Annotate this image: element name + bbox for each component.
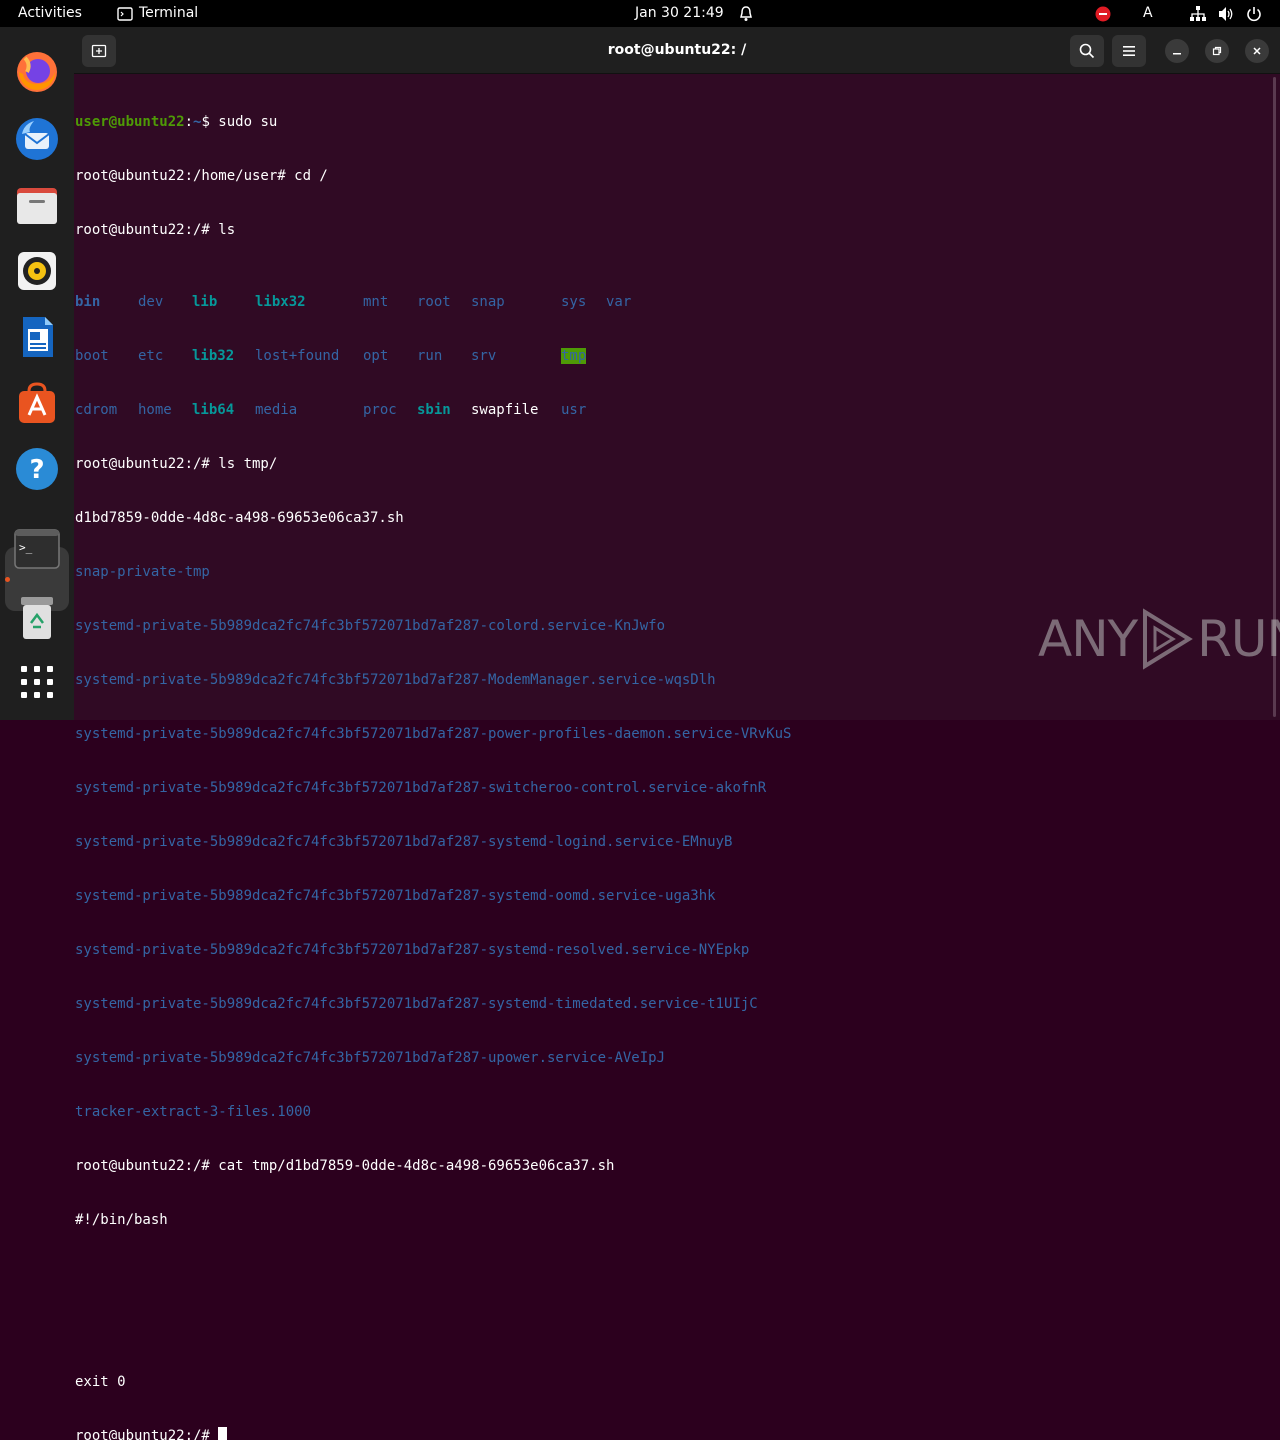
play-logo-icon bbox=[1143, 608, 1193, 670]
ls-row: boot etc lib32 lost+found opt run srv tmp bbox=[75, 347, 1270, 365]
ls-entry: opt bbox=[363, 348, 389, 364]
svg-text:>_: >_ bbox=[19, 541, 33, 554]
dir-entry: systemd-private-5b989dca2fc74fc3bf572071… bbox=[75, 942, 750, 958]
minimize-button[interactable] bbox=[1165, 39, 1189, 63]
ls-entry: tmp bbox=[561, 348, 587, 364]
file-entry: d1bd7859-0dde-4d8c-a498-69653e06ca37.sh bbox=[75, 510, 404, 526]
terminal-output[interactable]: user@ubuntu22:~$ sudo su root@ubuntu22:/… bbox=[75, 77, 1270, 1440]
dir-entry: snap-private-tmp bbox=[75, 564, 210, 580]
terminal-prompt-line[interactable]: root@ubuntu22:/# bbox=[75, 1427, 1270, 1440]
app-menu[interactable]: Terminal bbox=[117, 0, 198, 27]
menu-button[interactable] bbox=[1112, 35, 1146, 67]
terminal-line: root@ubuntu22:/# ls tmp/ bbox=[75, 456, 278, 472]
minimize-icon bbox=[1173, 53, 1181, 55]
dir-entry: systemd-private-5b989dca2fc74fc3bf572071… bbox=[75, 726, 792, 742]
terminal-app-icon bbox=[117, 6, 133, 21]
ls-entry: dev bbox=[138, 294, 164, 310]
terminal-line: user@ubuntu22:~$ sudo su bbox=[75, 113, 1270, 131]
ls-entry: lib32 bbox=[192, 348, 235, 364]
watermark-right: RUN bbox=[1197, 610, 1280, 668]
thunderbird-icon[interactable] bbox=[12, 114, 62, 164]
network-icon[interactable] bbox=[1189, 5, 1207, 23]
maximize-button[interactable] bbox=[1205, 39, 1229, 63]
terminal-icon[interactable]: >_ bbox=[12, 524, 62, 574]
command-text: $ sudo su bbox=[201, 114, 278, 130]
ls-entry: lost+found bbox=[255, 348, 340, 364]
dir-entry: systemd-private-5b989dca2fc74fc3bf572071… bbox=[75, 888, 716, 904]
hamburger-menu-icon bbox=[1123, 46, 1135, 56]
dir-entry: systemd-private-5b989dca2fc74fc3bf572071… bbox=[75, 834, 733, 850]
clock[interactable]: Jan 30 21:49 bbox=[635, 0, 724, 27]
ls-entry: run bbox=[417, 348, 443, 364]
terminal-line: #!/bin/bash bbox=[75, 1212, 168, 1228]
notification-bell-icon bbox=[740, 6, 752, 21]
power-icon[interactable] bbox=[1245, 5, 1263, 23]
search-icon bbox=[1079, 43, 1095, 59]
app-grid-icon[interactable] bbox=[12, 657, 62, 707]
app-menu-label: Terminal bbox=[139, 5, 199, 21]
ls-row: bin dev lib libx32 mnt root snap sys var bbox=[75, 293, 1270, 311]
help-icon[interactable]: ? bbox=[12, 444, 62, 494]
dir-entry: tracker-extract-3-files.1000 bbox=[75, 1104, 312, 1120]
new-tab-icon bbox=[91, 44, 107, 58]
running-indicator bbox=[5, 577, 10, 582]
ls-entry: swapfile bbox=[471, 402, 539, 418]
terminal-line: root@ubuntu22:/home/user# cd / bbox=[75, 168, 328, 184]
ls-entry: root bbox=[417, 294, 451, 310]
prompt-user: user@ubuntu22 bbox=[75, 114, 185, 130]
prompt: root@ubuntu22:/# bbox=[75, 1428, 219, 1440]
ls-entry: var bbox=[606, 294, 632, 310]
ls-entry: etc bbox=[138, 348, 164, 364]
ls-entry: mnt bbox=[363, 294, 389, 310]
activities-button[interactable]: Activities bbox=[18, 0, 82, 27]
recording-indicator-icon[interactable] bbox=[1094, 5, 1112, 23]
watermark-left: ANY bbox=[1038, 610, 1138, 668]
ls-entry: sbin bbox=[417, 402, 451, 418]
dir-entry: systemd-private-5b989dca2fc74fc3bf572071… bbox=[75, 996, 758, 1012]
ls-entry: proc bbox=[363, 402, 397, 418]
search-button[interactable] bbox=[1070, 35, 1104, 67]
svg-text:?: ? bbox=[29, 455, 44, 485]
libreoffice-writer-icon[interactable] bbox=[12, 312, 62, 362]
ls-entry: sys bbox=[561, 294, 587, 310]
firefox-icon[interactable] bbox=[12, 47, 62, 97]
new-tab-button[interactable] bbox=[82, 35, 116, 67]
terminal-line: root@ubuntu22:/# cat tmp/d1bd7859-0dde-4… bbox=[75, 1158, 615, 1174]
restore-icon bbox=[1212, 46, 1222, 56]
ls-entry: home bbox=[138, 402, 172, 418]
ls-entry: usr bbox=[561, 402, 587, 418]
trash-icon[interactable] bbox=[12, 593, 62, 643]
dir-entry: systemd-private-5b989dca2fc74fc3bf572071… bbox=[75, 672, 716, 688]
input-language-indicator[interactable]: A bbox=[1143, 0, 1153, 27]
top-bar: Activities Terminal Jan 30 21:49 A bbox=[0, 0, 1280, 27]
anyrun-watermark: ANY RUN bbox=[1038, 608, 1280, 670]
terminal-line: root@ubuntu22:/# ls bbox=[75, 222, 236, 238]
ls-row: cdrom home lib64 media proc sbin swapfile usr bbox=[75, 401, 1270, 419]
files-icon[interactable] bbox=[12, 180, 62, 230]
ls-entry: lib bbox=[192, 294, 218, 310]
title-bar[interactable]: root@ubuntu22: / bbox=[74, 27, 1280, 74]
close-button[interactable] bbox=[1245, 39, 1269, 63]
text-cursor bbox=[218, 1427, 228, 1440]
prompt-sep: : bbox=[184, 114, 194, 130]
ls-entry: lib64 bbox=[192, 402, 235, 418]
ls-entry: cdrom bbox=[75, 402, 118, 418]
dock: ? >_ bbox=[0, 27, 74, 720]
close-icon bbox=[1253, 47, 1261, 55]
rhythmbox-icon[interactable] bbox=[12, 246, 62, 296]
ls-entry: boot bbox=[75, 348, 109, 364]
ubuntu-software-icon[interactable] bbox=[12, 378, 62, 428]
terminal-line: exit 0 bbox=[75, 1374, 126, 1390]
volume-icon[interactable] bbox=[1217, 5, 1235, 23]
dir-entry: systemd-private-5b989dca2fc74fc3bf572071… bbox=[75, 1050, 666, 1066]
ls-entry: bin bbox=[75, 294, 101, 310]
ls-entry: libx32 bbox=[255, 294, 306, 310]
ls-entry: snap bbox=[471, 294, 505, 310]
ls-entry: srv bbox=[471, 348, 497, 364]
dir-entry: systemd-private-5b989dca2fc74fc3bf572071… bbox=[75, 780, 767, 796]
ls-entry: media bbox=[255, 402, 298, 418]
